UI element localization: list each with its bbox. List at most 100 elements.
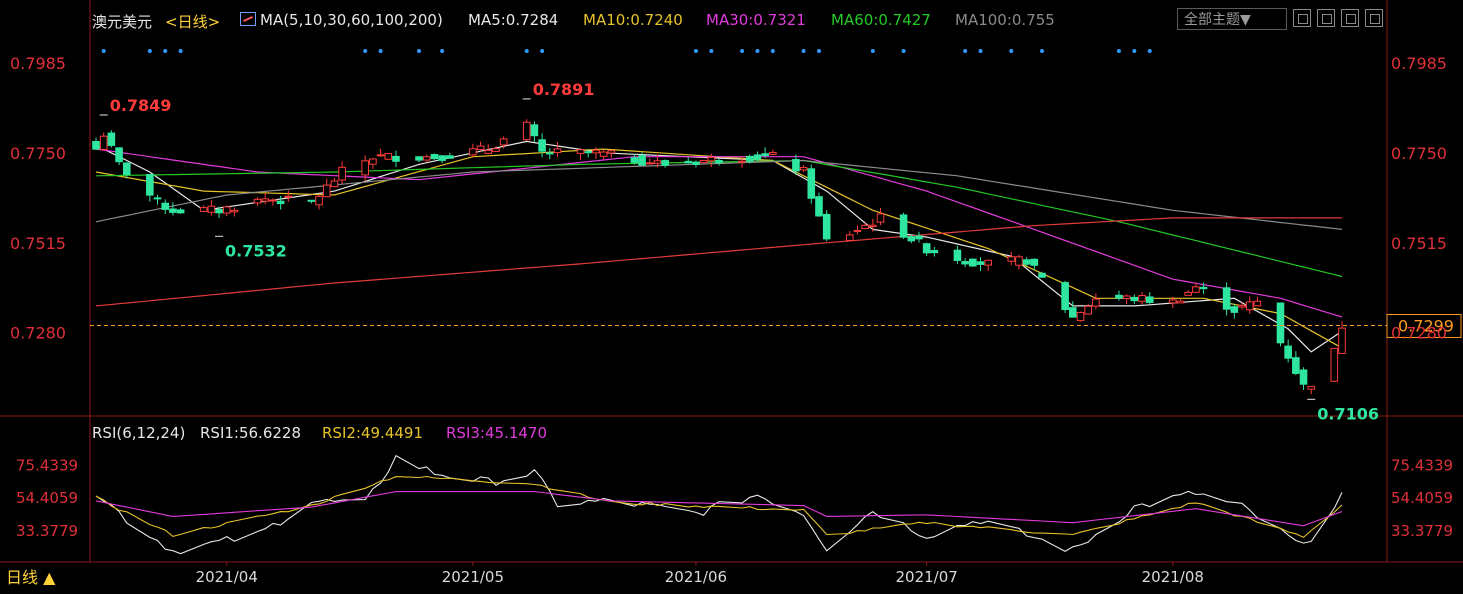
candle-body (707, 156, 716, 162)
price-markers: 0.72990.78490.75320.78910.7106 (90, 49, 1462, 423)
candle-body (869, 224, 877, 228)
signal-dot (1040, 49, 1045, 53)
signal-dot (709, 49, 714, 53)
theme-dropdown[interactable]: 全部主题▼ (1177, 8, 1287, 30)
signal-dot (378, 49, 383, 53)
candle-body (845, 234, 854, 241)
candle-body (1284, 345, 1292, 359)
signal-dot (1009, 49, 1014, 53)
signal-dot (870, 49, 875, 53)
candle-body (230, 209, 239, 213)
candle-body (545, 152, 554, 155)
candle-body (1230, 306, 1239, 313)
candle-body (930, 250, 939, 254)
period-tag[interactable]: <日线> (165, 11, 220, 32)
candle-body (645, 162, 654, 165)
candle-body (1092, 298, 1100, 307)
ma-indicator-label[interactable]: MA(5,10,30,60,100,200) (260, 11, 443, 29)
price-tick-label: 0.7750 (10, 144, 66, 163)
signal-dot (901, 49, 906, 53)
candle-body (492, 148, 500, 152)
expand-icon[interactable] (1365, 9, 1383, 27)
candle-body (284, 195, 293, 198)
signal-dot (816, 49, 821, 53)
candle-body (1022, 259, 1031, 265)
rsi-header-label: RSI1:56.6228 (200, 424, 301, 442)
candle-body (576, 149, 585, 154)
candle-body (1084, 305, 1092, 315)
candle-body (1145, 296, 1154, 303)
candle-body (446, 155, 454, 159)
candle-body (376, 154, 385, 157)
ma5-value: MA5:0.7284 (468, 11, 559, 29)
signal-dot (540, 49, 545, 53)
ma60-value: MA60:0.7427 (831, 11, 931, 29)
candle-body (1015, 256, 1023, 266)
candle-body (369, 158, 377, 165)
candle-body (1245, 301, 1254, 311)
price-tick-label: 0.7280 (10, 324, 66, 343)
high-label: 0.7849 (110, 96, 172, 115)
candle-body (499, 138, 508, 146)
header-bar: 澳元美元 <日线> MA(5,10,30,60,100,200) MA5:0.7… (0, 0, 1463, 40)
period-button[interactable]: 日线 ▲ (0, 563, 88, 593)
candle-body (330, 180, 339, 188)
signal-dot (801, 49, 806, 53)
candle-body (422, 156, 431, 161)
signal-dot (178, 49, 183, 53)
signal-dot (163, 49, 168, 53)
candle-body (553, 148, 562, 154)
signal-dot (417, 49, 422, 53)
candle-body (961, 261, 969, 265)
candle-body (1276, 302, 1285, 344)
candle-body (392, 155, 400, 162)
candle-body (115, 147, 123, 163)
candle-body (607, 150, 616, 154)
candle-body (984, 259, 992, 266)
candle-body (476, 145, 485, 151)
ma-settings-icon[interactable] (240, 12, 256, 26)
high-label: 0.7891 (533, 80, 595, 99)
candle-body (684, 160, 693, 164)
candle-body (1115, 294, 1123, 299)
chart-toggle-icon[interactable] (1341, 9, 1359, 27)
candle-body (1122, 295, 1131, 300)
candle-body (269, 199, 277, 202)
signal-dot (363, 49, 368, 53)
candle-body (215, 208, 223, 214)
candle-body (522, 121, 531, 141)
candle-body (661, 160, 669, 166)
candle-body (1176, 300, 1185, 304)
candle-body (430, 153, 439, 160)
low-label: 0.7532 (225, 241, 287, 260)
candle-body (592, 149, 600, 154)
axis-labels: 0.7985 0.7985 0.7750 0.7750 0.7515 0.7515 0.72… (10, 54, 1453, 586)
candle-body (361, 160, 369, 176)
candle-body (484, 149, 493, 154)
candle-body (745, 155, 754, 162)
candle-body (1307, 385, 1316, 390)
grid-layout-icon[interactable] (1293, 9, 1311, 27)
window-icon[interactable] (1317, 9, 1335, 27)
candle-body (753, 154, 762, 160)
signal-dot (524, 49, 529, 53)
candle-body (307, 199, 316, 202)
chart-stage[interactable]: 0.72990.78490.75320.78910.7106 RSI(6,12,… (0, 0, 1463, 594)
candle-body (253, 198, 262, 204)
candle-body (438, 155, 446, 161)
candle-body (853, 229, 862, 232)
candle-body (969, 258, 977, 267)
price-tick-label: 0.7750 (1391, 144, 1447, 163)
rsi-header-label: RSI(6,12,24) (92, 424, 185, 442)
low-label: 0.7106 (1317, 404, 1379, 423)
candle-body (1299, 369, 1308, 385)
rsi-lines: RSI(6,12,24) RSI1:56.6228 RSI2:49.4491 RSI3… (92, 424, 1343, 555)
rsi-header-label: RSI3:45.1470 (446, 424, 547, 442)
candle-body (1076, 311, 1085, 322)
rsi-tick-label: 54.4059 (16, 489, 78, 507)
signal-dot (693, 49, 698, 53)
instrument-name: 澳元美元 (92, 13, 153, 31)
candle-body (1222, 287, 1231, 310)
candle-body (1007, 256, 1016, 262)
candle-body (807, 168, 816, 199)
